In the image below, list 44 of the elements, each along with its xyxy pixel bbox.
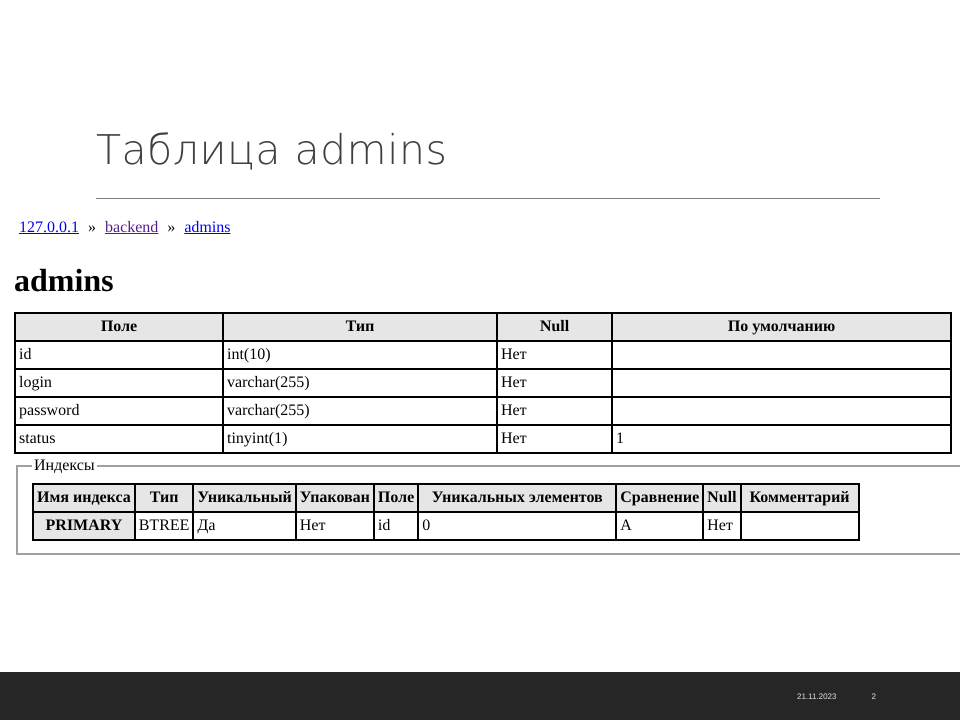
column-header: Упакован — [296, 484, 374, 512]
slide-number: 2 — [871, 692, 876, 700]
column-header: По умолчанию — [612, 313, 951, 341]
table-cell: Нет — [497, 425, 612, 453]
column-header: Имя индекса — [33, 484, 135, 512]
breadcrumb-link[interactable]: 127.0.0.1 — [19, 219, 79, 237]
column-header: Сравнение — [616, 484, 704, 512]
column-header: Уникальный — [193, 484, 296, 512]
breadcrumb-link[interactable]: backend — [105, 219, 158, 237]
table-cell: A — [616, 512, 704, 540]
slide-title: Таблица admins — [96, 125, 448, 176]
row-header: PRIMARY — [33, 512, 135, 540]
table-cell: 1 — [612, 425, 951, 453]
table-cell: Нет — [497, 369, 612, 397]
column-header: Уникальных элементов — [418, 484, 616, 512]
column-header: Поле — [15, 313, 223, 341]
table-cell: BTREE — [134, 512, 194, 540]
column-header: Тип — [134, 484, 194, 512]
table-cell: varchar(255) — [223, 369, 497, 397]
table-cell: login — [15, 369, 223, 397]
column-header: Null — [703, 484, 741, 512]
table-cell: Нет — [497, 341, 612, 369]
table-cell: password — [15, 397, 223, 425]
table-cell: id — [374, 512, 418, 540]
breadcrumb-separator: » — [88, 219, 96, 237]
table-heading: admins — [14, 261, 115, 300]
table-cell: Нет — [296, 512, 374, 540]
column-header: Поле — [374, 484, 418, 512]
column-header: Null — [497, 313, 612, 341]
table-cell: Да — [193, 512, 296, 540]
table-cell: Нет — [703, 512, 741, 540]
table-cell: id — [15, 341, 223, 369]
breadcrumb-link[interactable]: admins — [184, 219, 231, 237]
column-header: Тип — [223, 313, 497, 341]
breadcrumb-separator: » — [167, 219, 176, 237]
slide-date: 21.11.2023 — [797, 692, 836, 700]
table-cell: tinyint(1) — [223, 425, 497, 453]
table-cell: Нет — [497, 397, 612, 425]
table-cell: 0 — [418, 512, 616, 540]
table-cell: int(10) — [223, 341, 497, 369]
group-legend: Индексы — [32, 457, 97, 475]
table-cell: varchar(255) — [223, 397, 497, 425]
column-header: Комментарий — [740, 484, 859, 512]
table-cell: status — [15, 425, 223, 453]
